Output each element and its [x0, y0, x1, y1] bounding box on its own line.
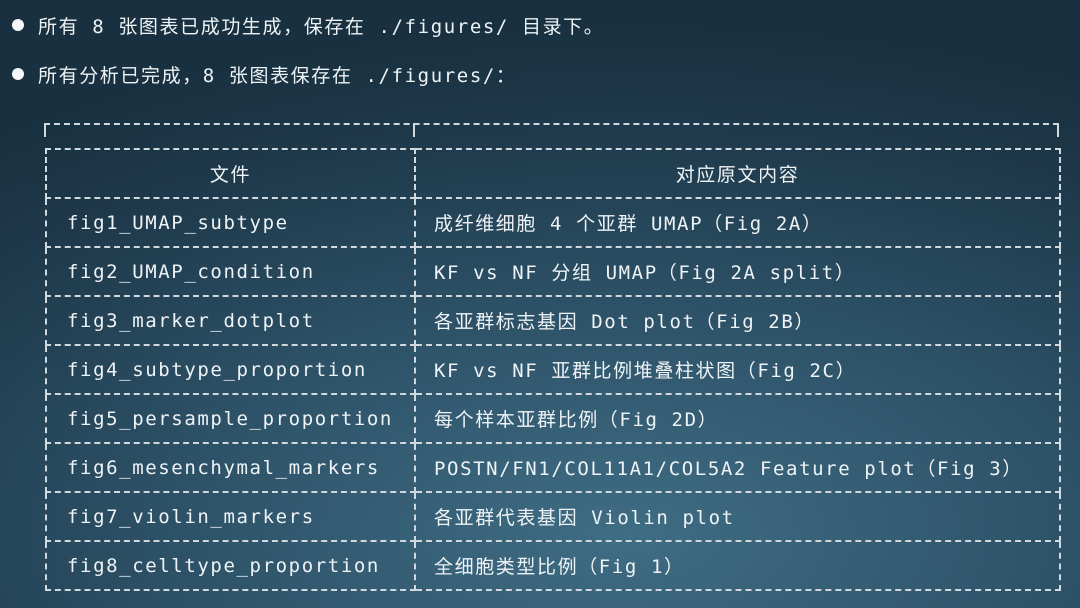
table-row: fig6_mesenchymal_markers POSTN/FN1/COL11… [45, 442, 1061, 493]
content-cell: 成纤维细胞 4 个亚群 UMAP（Fig 2A） [414, 197, 1061, 248]
bullet-icon [12, 68, 24, 80]
table-row: fig1_UMAP_subtype 成纤维细胞 4 个亚群 UMAP（Fig 2… [45, 197, 1061, 248]
table-row: fig2_UMAP_condition KF vs NF 分组 UMAP（Fig… [45, 246, 1061, 297]
file-name-cell: fig8_celltype_proportion [45, 540, 416, 591]
table-top-border [44, 123, 1059, 137]
summary-text-1: 所有 8 张图表已成功生成，保存在 ./figures/ 目录下。 [38, 15, 605, 38]
file-name-cell: fig1_UMAP_subtype [45, 197, 416, 248]
table-header-row: 文件 对应原文内容 [45, 148, 1061, 199]
file-name-cell: fig2_UMAP_condition [45, 246, 416, 297]
file-name-cell: fig6_mesenchymal_markers [45, 442, 416, 493]
header-file: 文件 [45, 148, 416, 199]
content-cell: POSTN/FN1/COL11A1/COL5A2 Feature plot（Fi… [414, 442, 1061, 493]
header-content: 对应原文内容 [414, 148, 1061, 199]
file-name-cell: fig3_marker_dotplot [45, 295, 416, 346]
content-cell: 全细胞类型比例（Fig 1） [414, 540, 1061, 591]
summary-line-1: 所有 8 张图表已成功生成，保存在 ./figures/ 目录下。 [12, 10, 604, 40]
content-cell: KF vs NF 亚群比例堆叠柱状图（Fig 2C） [414, 344, 1061, 395]
summary-line-2: 所有分析已完成，8 张图表保存在 ./figures/： [12, 59, 517, 89]
content-cell: 各亚群标志基因 Dot plot（Fig 2B） [414, 295, 1061, 346]
content-cell: KF vs NF 分组 UMAP（Fig 2A split） [414, 246, 1061, 297]
summary-text-2: 所有分析已完成，8 张图表保存在 ./figures/： [38, 64, 517, 87]
file-name-cell: fig4_subtype_proportion [45, 344, 416, 395]
content-cell: 每个样本亚群比例（Fig 2D） [414, 393, 1061, 444]
table-row: fig4_subtype_proportion KF vs NF 亚群比例堆叠柱… [45, 344, 1061, 395]
table-row: fig5_persample_proportion 每个样本亚群比例（Fig 2… [45, 393, 1061, 444]
table-row: fig3_marker_dotplot 各亚群标志基因 Dot plot（Fig… [45, 295, 1061, 346]
bullet-icon [12, 19, 24, 31]
content-cell: 各亚群代表基因 Violin plot [414, 491, 1061, 542]
file-name-cell: fig5_persample_proportion [45, 393, 416, 444]
file-name-cell: fig7_violin_markers [45, 491, 416, 542]
table-row: fig8_celltype_proportion 全细胞类型比例（Fig 1） [45, 540, 1061, 591]
figures-table: 文件 对应原文内容 fig1_UMAP_subtype 成纤维细胞 4 个亚群 … [45, 148, 1061, 591]
table-row: fig7_violin_markers 各亚群代表基因 Violin plot [45, 491, 1061, 542]
